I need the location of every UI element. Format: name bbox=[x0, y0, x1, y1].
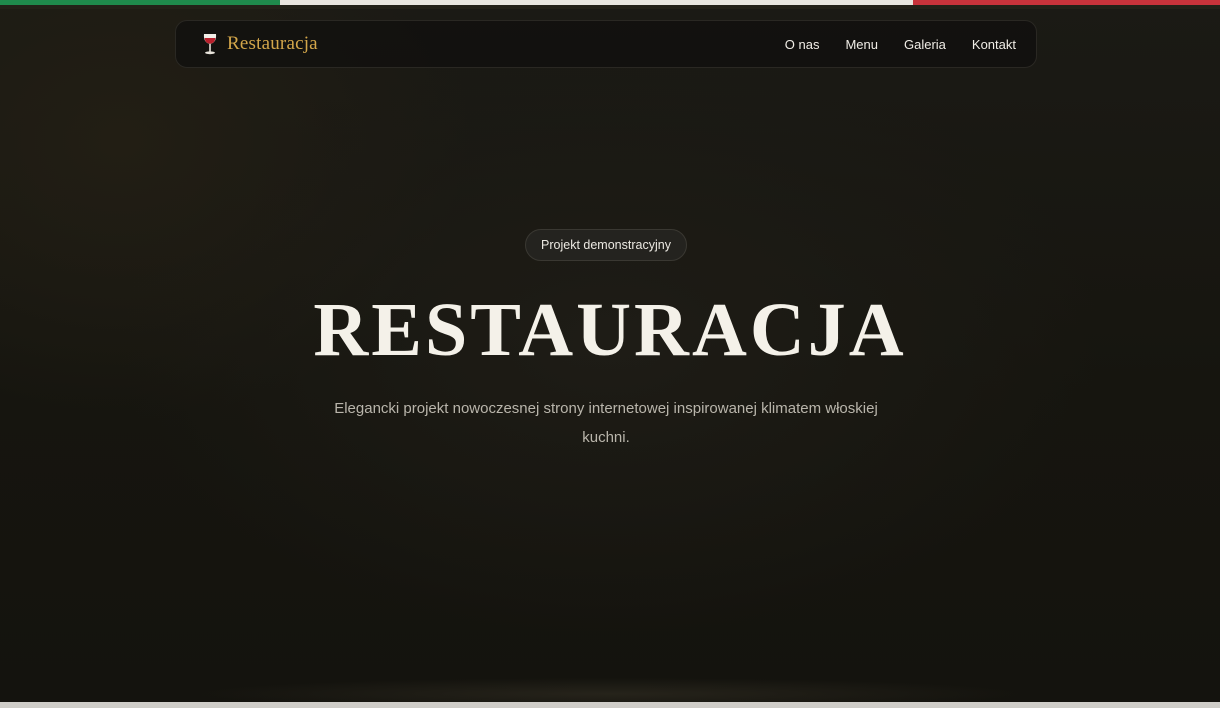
wine-glass-icon bbox=[201, 32, 219, 56]
nav-links: O nas Menu Galeria Kontakt bbox=[785, 37, 1016, 52]
bottom-divider bbox=[0, 702, 1220, 708]
hero-subtitle: Elegancki projekt nowoczesnej strony int… bbox=[334, 400, 878, 446]
navbar: Restauracja O nas Menu Galeria Kontakt bbox=[175, 20, 1037, 68]
page: Restauracja O nas Menu Galeria Kontakt P… bbox=[0, 0, 1220, 708]
flag-green-segment bbox=[0, 0, 280, 9]
nav-link-kontakt[interactable]: Kontakt bbox=[972, 37, 1016, 52]
hero-title: RESTAURACJA bbox=[313, 288, 907, 372]
italian-flag-stripe bbox=[0, 0, 1220, 9]
flag-white-segment bbox=[280, 0, 913, 9]
brand-name: Restauracja bbox=[227, 33, 318, 54]
hero-badge: Projekt demonstracyjny bbox=[525, 229, 687, 261]
nav-link-menu[interactable]: Menu bbox=[845, 37, 878, 52]
flag-red-segment bbox=[913, 0, 1220, 9]
nav-link-galeria[interactable]: Galeria bbox=[904, 37, 946, 52]
bottom-glow bbox=[200, 670, 1020, 702]
brand-logo-link[interactable]: Restauracja bbox=[201, 32, 318, 56]
nav-link-o-nas[interactable]: O nas bbox=[785, 37, 820, 52]
